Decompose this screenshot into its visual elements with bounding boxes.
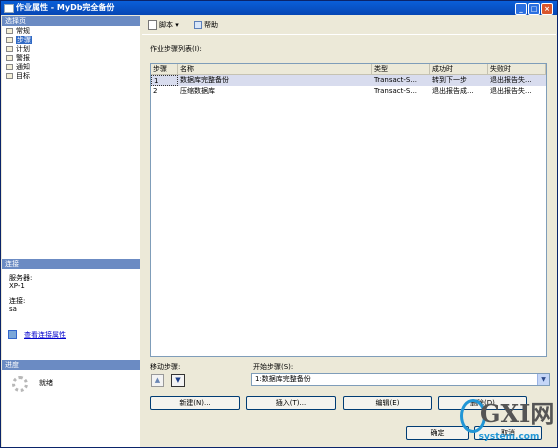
cell-step: 2 bbox=[153, 87, 158, 95]
page-item-label: 目标 bbox=[16, 72, 30, 80]
insert-step-button[interactable]: 插入(T)... bbox=[246, 396, 336, 410]
steps-grid[interactable]: 步骤 名称 类型 成功时 失败时 1 数据库完整备份 Transact-S...… bbox=[150, 63, 547, 357]
cell-step: 1 bbox=[151, 75, 178, 86]
page-icon bbox=[6, 55, 13, 61]
page-icon bbox=[6, 73, 13, 79]
page-icon bbox=[6, 28, 13, 34]
arrow-down-icon: ▼ bbox=[175, 376, 181, 384]
page-item-label: 通知 bbox=[16, 63, 30, 71]
page-item-targets[interactable]: 目标 bbox=[5, 72, 138, 81]
move-down-button[interactable]: ▼ bbox=[171, 374, 185, 387]
cell-name: 压缩数据库 bbox=[180, 87, 215, 95]
start-step-value: 1:数据库完整备份 bbox=[255, 375, 311, 383]
minimize-button[interactable]: _ bbox=[515, 3, 527, 15]
cell-on-success: 退出报告成... bbox=[432, 87, 474, 95]
column-header-on-success[interactable]: 成功时 bbox=[430, 64, 488, 74]
page-list: 常规 步骤 计划 警报 通知 目标 bbox=[5, 27, 138, 81]
script-label: 脚本 ▾ bbox=[159, 21, 179, 29]
arrow-up-icon: ▲ bbox=[154, 376, 161, 384]
page-item-steps[interactable]: 步骤 bbox=[5, 36, 138, 45]
progress-header: 进度 bbox=[2, 360, 140, 370]
title-bar[interactable]: 作业属性 - MyDb完全备份 _ □ × bbox=[1, 1, 557, 15]
script-icon bbox=[148, 20, 157, 30]
view-connection-properties-label: 查看连接属性 bbox=[24, 331, 66, 339]
edit-step-button[interactable]: 编辑(E) bbox=[343, 396, 432, 410]
move-up-button[interactable]: ▲ bbox=[151, 374, 164, 387]
table-row[interactable]: 2 压缩数据库 Transact-S... 退出报告成... 退出报告失... bbox=[151, 86, 546, 97]
page-item-notifications[interactable]: 通知 bbox=[5, 63, 138, 72]
server-label: 服务器: bbox=[9, 274, 33, 282]
progress-spinner-icon bbox=[12, 376, 28, 392]
window-icon bbox=[4, 4, 14, 13]
start-step-select[interactable]: 1:数据库完整备份 ▼ bbox=[251, 373, 550, 386]
watermark-logo: GXI网 system.com bbox=[460, 399, 557, 447]
watermark-text: GXI网 bbox=[480, 399, 555, 428]
server-value: XP-1 bbox=[9, 282, 25, 290]
watermark-subtext: system.com bbox=[478, 432, 540, 442]
connection-value: sa bbox=[9, 305, 17, 313]
help-button[interactable]: 帮助 bbox=[194, 19, 218, 31]
page-icon bbox=[6, 37, 13, 43]
column-header-step[interactable]: 步骤 bbox=[151, 64, 178, 74]
select-page-header: 选择页 bbox=[2, 16, 140, 26]
close-button[interactable]: × bbox=[541, 3, 553, 15]
script-button[interactable]: 脚本 ▾ bbox=[148, 19, 179, 31]
cell-type: Transact-S... bbox=[374, 87, 418, 95]
start-step-label: 开始步骤(S): bbox=[253, 363, 294, 371]
column-header-type[interactable]: 类型 bbox=[372, 64, 430, 74]
page-icon bbox=[6, 64, 13, 70]
chevron-down-icon[interactable]: ▼ bbox=[537, 374, 549, 385]
help-label: 帮助 bbox=[204, 21, 218, 29]
progress-status: 就绪 bbox=[39, 379, 53, 387]
connection-info: 服务器: XP-1 连接: sa bbox=[9, 274, 137, 313]
maximize-button[interactable]: □ bbox=[528, 3, 540, 15]
new-step-button[interactable]: 新建(N)... bbox=[150, 396, 240, 410]
page-item-label: 警报 bbox=[16, 54, 30, 62]
move-step-label: 移动步骤: bbox=[150, 363, 181, 371]
cell-type: Transact-S... bbox=[374, 76, 418, 84]
window-title: 作业属性 - MyDb完全备份 bbox=[16, 3, 115, 12]
view-connection-properties-link[interactable]: 查看连接属性 bbox=[8, 330, 66, 340]
page-item-general[interactable]: 常规 bbox=[5, 27, 138, 36]
page-item-label: 常规 bbox=[16, 27, 30, 35]
left-panel: 选择页 常规 步骤 计划 警报 通知 目标 连接 服务器: XP-1 连接: s… bbox=[2, 16, 140, 447]
steps-page: 脚本 ▾ 帮助 作业步骤列表(I): 步骤 名称 类型 成功时 失败时 1 数据… bbox=[142, 16, 556, 447]
connection-header: 连接 bbox=[2, 259, 140, 269]
job-properties-window: 作业属性 - MyDb完全备份 _ □ × 选择页 常规 步骤 计划 警报 通知… bbox=[0, 0, 558, 448]
connection-label: 连接: bbox=[9, 297, 26, 305]
toolbar: 脚本 ▾ 帮助 bbox=[142, 16, 556, 35]
table-row[interactable]: 1 数据库完整备份 Transact-S... 转到下一步 退出报告失... bbox=[151, 75, 546, 86]
column-header-on-failure[interactable]: 失败时 bbox=[488, 64, 546, 74]
page-icon bbox=[6, 46, 13, 52]
help-icon bbox=[194, 21, 202, 29]
cell-name: 数据库完整备份 bbox=[180, 76, 229, 84]
page-item-label: 计划 bbox=[16, 45, 30, 53]
column-header-name[interactable]: 名称 bbox=[178, 64, 372, 74]
cell-on-failure: 退出报告失... bbox=[490, 87, 532, 95]
grid-header: 步骤 名称 类型 成功时 失败时 bbox=[151, 64, 546, 75]
page-item-alerts[interactable]: 警报 bbox=[5, 54, 138, 63]
page-item-schedules[interactable]: 计划 bbox=[5, 45, 138, 54]
cell-on-failure: 退出报告失... bbox=[490, 76, 532, 84]
step-list-label: 作业步骤列表(I): bbox=[150, 45, 202, 53]
page-item-label: 步骤 bbox=[16, 36, 32, 44]
cell-on-success: 转到下一步 bbox=[432, 76, 467, 84]
